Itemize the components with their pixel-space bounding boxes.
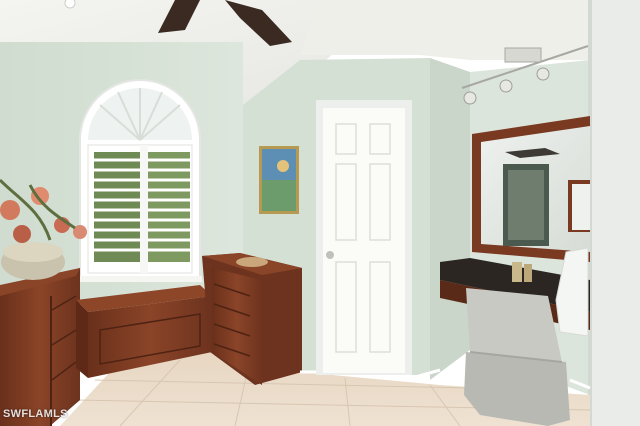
room-photo	[0, 0, 640, 426]
left-dresser	[0, 268, 80, 426]
door-knob	[326, 251, 334, 259]
vanity-mirror	[472, 116, 590, 262]
wall-column	[588, 0, 640, 426]
wall-painting	[259, 146, 299, 214]
arched-window	[78, 79, 202, 282]
interior-door	[316, 100, 412, 375]
watermark-text: SWFLAMLS	[3, 408, 68, 420]
